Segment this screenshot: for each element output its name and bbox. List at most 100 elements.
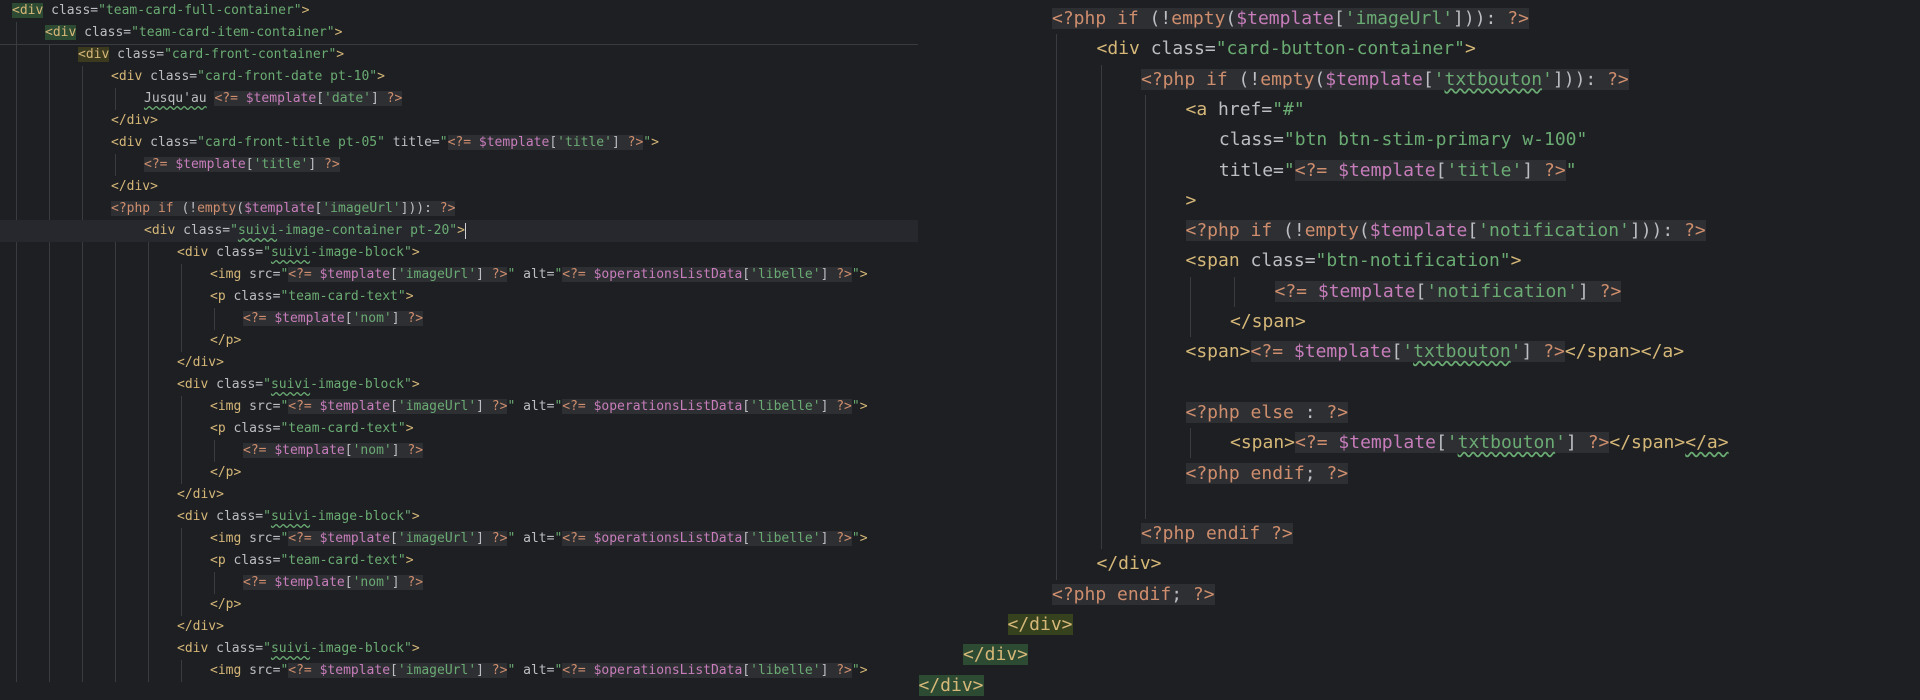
code-line[interactable]: <div class="card-front-container">	[0, 44, 918, 66]
code-line[interactable]: <?= $template['notification'] ?>	[918, 277, 1920, 307]
code-line[interactable]: </div>	[0, 352, 918, 374]
code-line[interactable]: </div>	[918, 640, 1920, 670]
code-line[interactable]: </div>	[918, 610, 1920, 640]
code-line[interactable]: <div class="suivi-image-block">	[0, 638, 918, 660]
code-line[interactable]: <?php if (!empty($template['imageUrl']))…	[0, 198, 918, 220]
code-token: ?>	[1533, 159, 1566, 181]
editor-right-pane[interactable]: <?php if (!empty($template['imageUrl']))…	[918, 0, 1920, 700]
code-token: [	[390, 663, 398, 678]
code-token: title=	[1218, 159, 1284, 181]
code-line[interactable]: </div>	[0, 484, 918, 506]
code-line[interactable]: <div class="suivi-image-container pt-20"…	[0, 220, 918, 242]
code-token: "btn-notification"	[1315, 250, 1511, 272]
code-line[interactable]: </div>	[918, 549, 1920, 579]
code-token: 'nom'	[352, 311, 392, 326]
code-token: </div>	[963, 644, 1029, 666]
code-token: <img	[210, 531, 242, 546]
code-token: >	[405, 289, 414, 304]
code-token: empty	[197, 201, 237, 216]
code-token: </span>	[1230, 311, 1306, 332]
code-line[interactable]: <div class="suivi-image-block">	[0, 506, 918, 528]
code-line[interactable]: <?php if (!empty($template['notification…	[918, 216, 1920, 246]
code-line[interactable]: <img src="<?= $template['imageUrl'] ?>" …	[0, 264, 918, 286]
code-token: <a	[1185, 98, 1208, 120]
editor-left-pane[interactable]: <div class="team-card-full-container"> <d…	[0, 0, 918, 700]
code-token: [	[1422, 68, 1434, 90]
code-token: "team-card-text"	[280, 289, 406, 304]
code-line[interactable]: <div class="team-card-item-container">	[0, 22, 918, 44]
code-line[interactable]: </p>	[0, 330, 918, 352]
code-line[interactable]: <img src="<?= $template['imageUrl'] ?>" …	[0, 528, 918, 550]
code-line[interactable]	[918, 368, 1920, 398]
code-line[interactable]: Jusqu'au <?= $template['date'] ?>	[0, 88, 918, 110]
code-line[interactable]: <img src="<?= $template['imageUrl'] ?>" …	[0, 396, 918, 418]
code-line[interactable]: <img src="<?= $template['imageUrl'] ?>" …	[0, 660, 918, 682]
code-token: <img	[210, 399, 242, 414]
code-line[interactable]: </div>	[0, 616, 918, 638]
code-token: <div	[111, 135, 143, 150]
code-token: class=	[208, 377, 264, 392]
code-token: "	[263, 509, 271, 524]
code-line[interactable]: <?php endif; ?>	[918, 580, 1920, 610]
code-token: [	[390, 267, 398, 282]
code-token: 'libelle'	[750, 399, 821, 414]
code-token: empty	[1171, 8, 1226, 29]
code-token: "card-front-container"	[164, 47, 337, 62]
code-line[interactable]: <p class="team-card-text">	[0, 418, 918, 440]
code-line[interactable]: <?= $template['title'] ?>	[0, 154, 918, 176]
code-line[interactable]: <?php if (!empty($template['txtbouton'])…	[918, 65, 1920, 95]
code-line[interactable]: <div class="card-button-container">	[918, 34, 1920, 64]
code-line[interactable]: <span class="btn-notification">	[918, 246, 1920, 276]
code-line[interactable]: <span><?= $template['txtbouton'] ?></spa…	[918, 337, 1920, 367]
code-line[interactable]: <span><?= $template['txtbouton'] ?></spa…	[918, 428, 1920, 458]
code-token: [	[1467, 220, 1479, 242]
code-line[interactable]: </p>	[0, 462, 918, 484]
code-line[interactable]: <?= $template['nom'] ?>	[0, 440, 918, 462]
code-token: </span>	[1609, 432, 1686, 454]
code-line[interactable]: <div class="suivi-image-block">	[0, 374, 918, 396]
code-line[interactable]: </p>	[0, 594, 918, 616]
code-token: "#"	[1272, 98, 1305, 120]
code-token: [	[742, 399, 751, 414]
code-token: ?>	[1260, 523, 1293, 545]
code-line[interactable]: <?= $template['nom'] ?>	[0, 572, 918, 594]
code-line[interactable]: <?php endif; ?>	[918, 459, 1920, 489]
code-token: <?=	[144, 157, 176, 172]
code-line[interactable]: </div>	[0, 110, 918, 132]
code-line[interactable]: <?php endif ?>	[918, 519, 1920, 549]
code-token: $template	[1338, 159, 1436, 181]
code-line[interactable]: <?php if (!empty($template['imageUrl']))…	[918, 4, 1920, 34]
code-token: ])):	[1629, 220, 1674, 242]
code-line[interactable]: <p class="team-card-text">	[0, 286, 918, 308]
code-token: <?=	[214, 91, 246, 106]
code-line[interactable]: title="<?= $template['title'] ?>"	[918, 156, 1920, 186]
code-token: 'imageUrl'	[397, 663, 477, 678]
code-token: </div>	[1007, 614, 1073, 635]
code-line[interactable]: </div>	[918, 671, 1920, 700]
code-line[interactable]: </span>	[918, 307, 1920, 337]
code-line[interactable]: <div class="team-card-full-container">	[0, 0, 918, 22]
code-line[interactable]: <div class="card-front-title pt-05" titl…	[0, 132, 918, 154]
code-line[interactable]: <a href="#"	[918, 95, 1920, 125]
code-token: src=	[241, 267, 281, 282]
code-token: '	[1402, 341, 1414, 363]
code-token: [	[1435, 432, 1447, 454]
code-token: [	[344, 311, 353, 326]
code-token: >	[411, 509, 420, 524]
code-token: $operationsListData	[593, 531, 743, 546]
code-line[interactable]: <div class="card-front-date pt-10">	[0, 66, 918, 88]
code-line[interactable]	[918, 489, 1920, 519]
code-token: ]	[1521, 341, 1533, 363]
code-token: ?>	[828, 267, 852, 282]
code-line[interactable]: <?php else : ?>	[918, 398, 1920, 428]
code-token: if	[1117, 8, 1139, 29]
code-token: "team-card-text"	[280, 553, 406, 568]
code-token: class=	[208, 509, 264, 524]
code-line[interactable]: <?= $template['nom'] ?>	[0, 308, 918, 330]
code-line[interactable]: </div>	[0, 176, 918, 198]
code-line[interactable]: class="btn btn-stim-primary w-100"	[918, 125, 1920, 155]
code-token: "card-front-date pt-10"	[197, 69, 378, 84]
code-line[interactable]: >	[918, 186, 1920, 216]
code-line[interactable]: <p class="team-card-text">	[0, 550, 918, 572]
code-line[interactable]: <div class="suivi-image-block">	[0, 242, 918, 264]
